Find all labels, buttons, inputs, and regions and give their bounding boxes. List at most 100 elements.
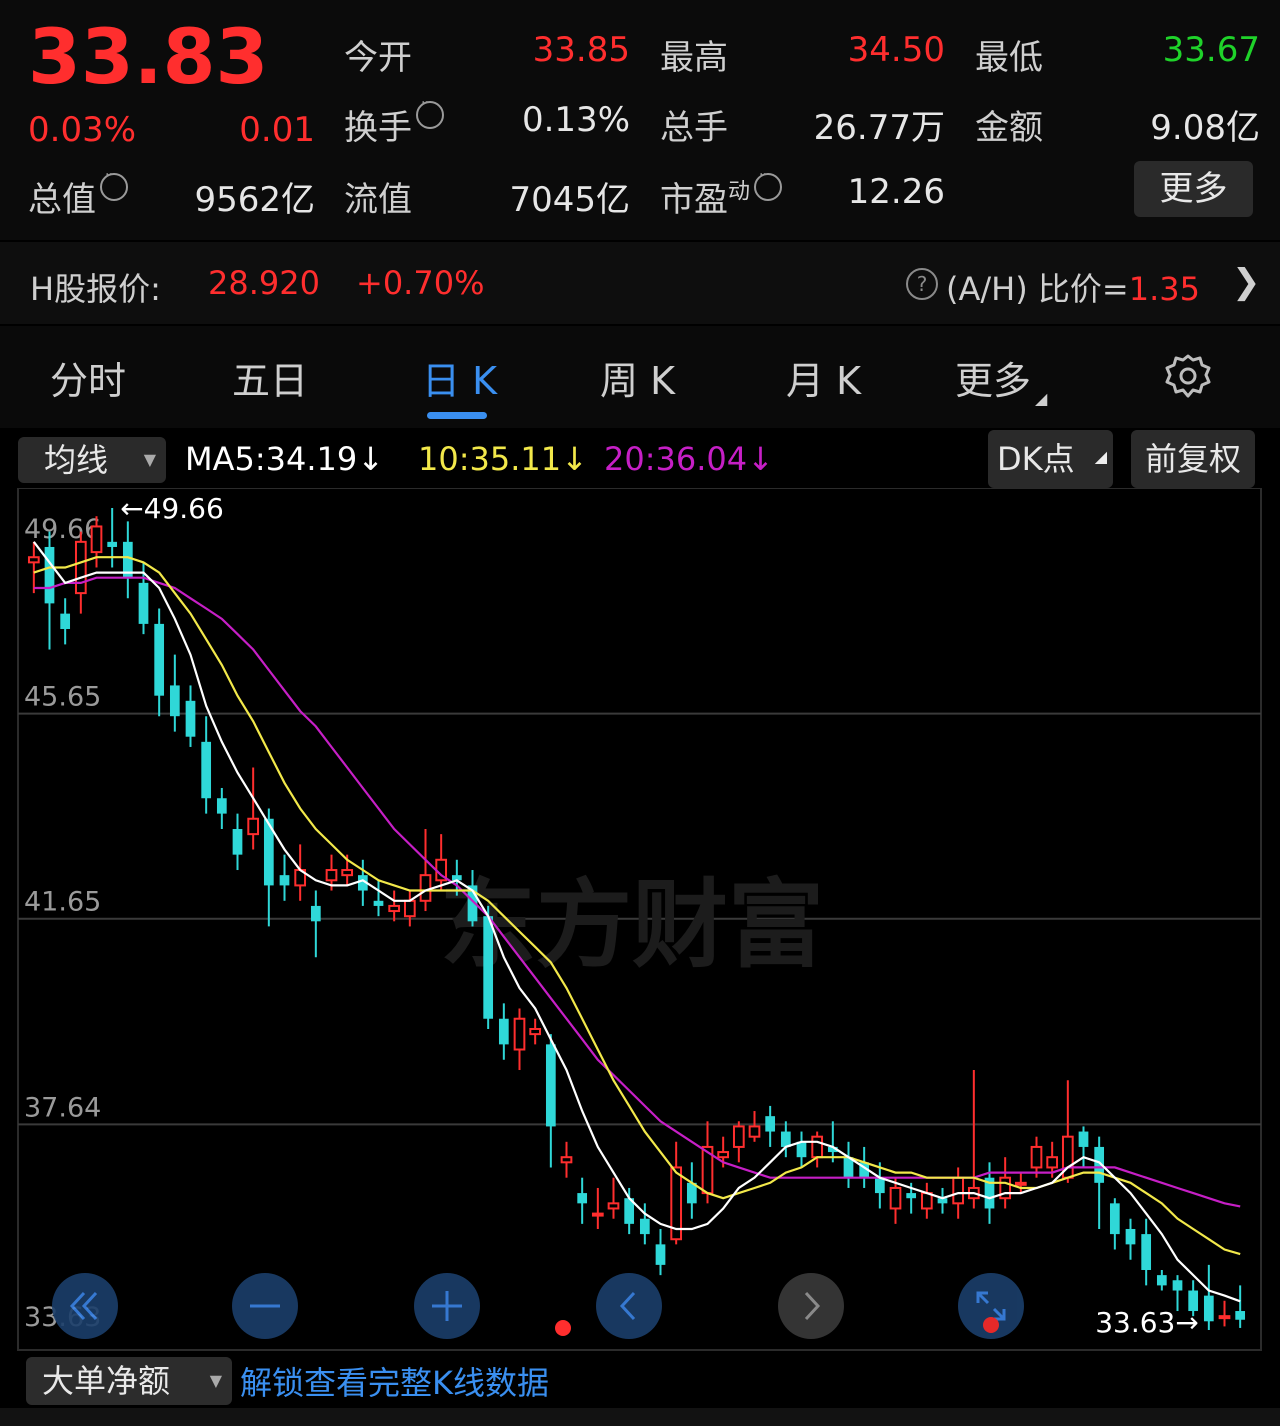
hshare-change: +0.70% (356, 264, 485, 302)
candle (686, 1162, 697, 1219)
candle (27, 541, 40, 594)
settings-gear-icon[interactable] (1163, 352, 1213, 406)
candle (607, 1177, 620, 1219)
candle (60, 598, 71, 645)
candle (44, 531, 55, 650)
info-icon[interactable] (100, 167, 128, 201)
candle-body (811, 1135, 824, 1159)
candle (920, 1182, 933, 1219)
candle-body (952, 1176, 965, 1205)
bottom-indicator-select[interactable]: 大单净额 ▼ (26, 1357, 232, 1405)
pe-sup: 动 (728, 179, 751, 205)
candle (1109, 1198, 1120, 1250)
candle-body (107, 541, 118, 547)
candle-body (27, 556, 40, 564)
candle-body (60, 613, 71, 630)
candle-body (388, 904, 401, 913)
candle-body (1156, 1275, 1167, 1286)
bottom-strip (0, 1408, 1280, 1426)
tab-intraday[interactable]: 分时 (50, 350, 126, 405)
float-value: 7045亿 (509, 180, 630, 220)
help-icon[interactable]: ? (906, 268, 938, 300)
kline-chart[interactable]: 东方财富 49.6645.6541.6537.6433.63 ←49.6633.… (0, 488, 1280, 1352)
candle-body (529, 1027, 542, 1036)
candle-body (325, 869, 338, 882)
candle-body (1141, 1234, 1152, 1271)
candle (498, 1003, 509, 1060)
change-percent: 0.03% (28, 110, 137, 150)
watermark: 东方财富 (440, 869, 824, 981)
float-label: 流值 (344, 180, 412, 220)
zoom-in-button[interactable] (414, 1273, 480, 1339)
candle-body (1218, 1315, 1231, 1320)
mktcap-label[interactable]: 总值 (28, 167, 128, 221)
candle (1156, 1270, 1167, 1291)
scroll-left-button[interactable] (596, 1273, 662, 1339)
indicator-select[interactable]: 均线 ▼ (18, 437, 166, 483)
candle-body (1235, 1311, 1246, 1320)
candle-body (655, 1244, 666, 1265)
chevron-right-icon[interactable]: ❯ (1232, 262, 1261, 302)
dk-point-button[interactable]: DK点 ◢ (988, 430, 1113, 488)
candle (748, 1111, 761, 1142)
adjust-button[interactable]: 前复权 (1131, 430, 1255, 488)
volume-value: 26.77万 (813, 108, 945, 148)
candle (122, 521, 133, 599)
candle-body (1109, 1203, 1120, 1235)
tab-weekly-k[interactable]: 周 K (600, 350, 675, 405)
info-icon[interactable] (416, 95, 444, 129)
candle-body (279, 875, 290, 886)
pe-label[interactable]: 市盈动 (660, 167, 783, 221)
candle-body (717, 1151, 730, 1159)
candle-body (90, 525, 103, 554)
tab-five-day[interactable]: 五日 (232, 350, 308, 405)
info-icon[interactable] (754, 167, 783, 201)
candle (74, 531, 87, 614)
y-tick-label: 49.66 (24, 514, 101, 545)
candle (513, 1008, 526, 1071)
candle-body (1078, 1131, 1089, 1147)
fullscreen-icon[interactable] (958, 1273, 1024, 1339)
candle (403, 890, 416, 927)
candle-body (1046, 1156, 1059, 1169)
candle-body (1172, 1280, 1183, 1291)
candle-body (373, 900, 384, 906)
candle-body (1014, 1181, 1027, 1186)
tab-daily-k[interactable]: 日 K (422, 350, 497, 405)
candle (169, 654, 180, 732)
candle-body (403, 899, 416, 918)
candle (843, 1141, 854, 1188)
candle (419, 829, 432, 912)
candle (591, 1187, 604, 1229)
candle (107, 508, 118, 568)
candle-body (44, 546, 55, 604)
candle (560, 1141, 573, 1178)
candle-body (545, 1044, 556, 1127)
tab-more[interactable]: 更多 ◢ (955, 350, 1047, 408)
candle (655, 1228, 666, 1276)
zoom-out-button[interactable] (232, 1273, 298, 1339)
candle-body (639, 1218, 650, 1235)
candle-body (780, 1131, 791, 1147)
candle-body (483, 916, 494, 1019)
candle (545, 1034, 556, 1168)
unlock-kline-link[interactable]: 解锁查看完整K线数据 (240, 1358, 549, 1404)
amount-label: 金额 (975, 108, 1043, 148)
candle (247, 767, 260, 850)
hshare-label: H股报价: (30, 270, 161, 308)
scroll-left-fast-button[interactable] (52, 1273, 118, 1339)
scroll-right-button[interactable] (778, 1273, 844, 1339)
turnover-label[interactable]: 换手 (344, 95, 444, 149)
candle-body (498, 1018, 509, 1045)
candle-body (591, 1212, 604, 1217)
candle (185, 685, 196, 747)
more-button[interactable]: 更多 (1134, 161, 1253, 217)
candle (967, 1070, 980, 1209)
candle-body (185, 700, 196, 737)
tab-monthly-k[interactable]: 月 K (786, 350, 861, 405)
candle (765, 1105, 776, 1147)
candle-body (201, 741, 212, 799)
y-tick-label: 41.65 (24, 887, 101, 918)
candle (937, 1187, 948, 1214)
ma10-readout: 10:35.11↓ (418, 440, 588, 478)
